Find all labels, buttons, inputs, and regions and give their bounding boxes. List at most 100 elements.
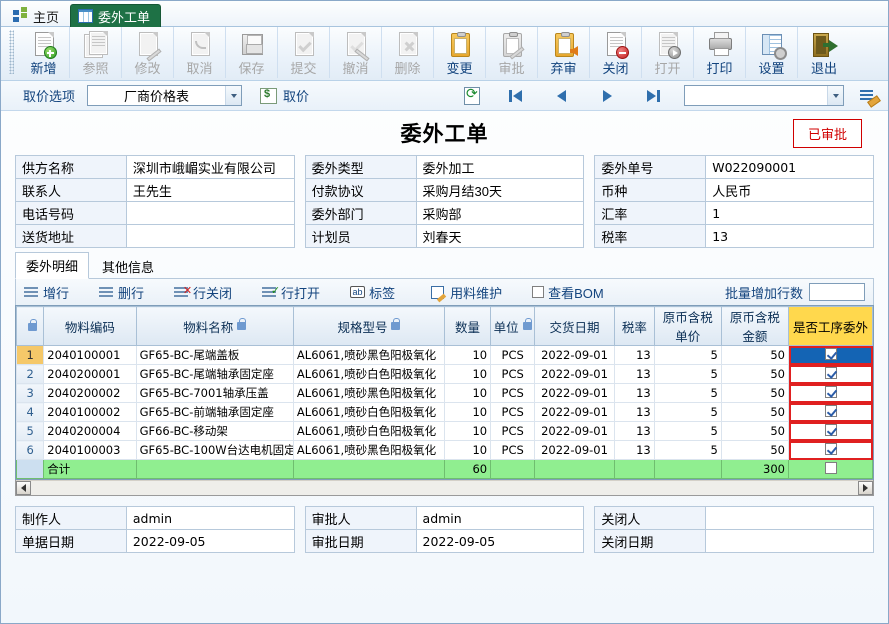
field-value[interactable]: admin xyxy=(126,506,295,530)
previous-record-icon[interactable] xyxy=(550,86,572,106)
cell-specification[interactable]: AL6061,喷砂白色阳极氧化 xyxy=(292,364,445,384)
field-value[interactable] xyxy=(706,529,875,553)
cell-outsourced-checkbox[interactable] xyxy=(788,440,873,460)
cell-outsourced-checkbox[interactable] xyxy=(788,364,873,384)
col-lock[interactable] xyxy=(15,306,45,346)
tab-outsourcing-detail[interactable]: 委外明细 xyxy=(15,252,90,279)
field-value[interactable]: 刘春天 xyxy=(416,224,585,248)
field-value[interactable]: 2022-09-05 xyxy=(126,529,295,553)
cell-outsourced-checkbox[interactable] xyxy=(788,383,873,403)
cell-specification[interactable]: AL6061,喷砂黑色阳极氧化 xyxy=(292,383,445,403)
row-number[interactable]: 5 xyxy=(15,421,45,441)
view-bom-checkbox[interactable]: 查看BOM xyxy=(532,283,604,302)
cell-unit-price[interactable]: 5 xyxy=(653,421,722,441)
add-row-button[interactable]: 增行 xyxy=(24,283,69,302)
toolbar-button-reference[interactable]: 参照 xyxy=(70,27,122,78)
col-unit-price-with-tax[interactable]: 原币含税单价 xyxy=(653,306,722,346)
cell-outsourced-checkbox[interactable] xyxy=(788,421,873,441)
cell-quantity[interactable]: 10 xyxy=(443,440,492,460)
cell-unit-price[interactable]: 5 xyxy=(653,345,722,365)
table-row[interactable]: 6 2040100003 GF65-BC-100W台达电机固定板 AL6061,… xyxy=(15,440,873,460)
toolbar-button-delete[interactable]: 删除 xyxy=(382,27,434,78)
cell-unit[interactable]: PCS xyxy=(490,402,536,422)
material-maintenance-button[interactable]: 用料维护 xyxy=(431,283,502,302)
toolbar-button-submit[interactable]: 提交 xyxy=(278,27,330,78)
scroll-right-button[interactable] xyxy=(858,480,873,495)
cell-quantity[interactable]: 10 xyxy=(443,383,492,403)
checkbox-box[interactable] xyxy=(824,404,837,417)
field-value[interactable] xyxy=(706,506,875,530)
cell-specification[interactable]: AL6061,喷砂黑色阳极氧化 xyxy=(292,345,445,365)
table-row[interactable]: 2 2040200001 GF65-BC-尾端轴承固定座 AL6061,喷砂白色… xyxy=(15,364,873,384)
table-row[interactable]: 1 2040100001 GF65-BC-尾端盖板 AL6061,喷砂黑色阳极氧… xyxy=(15,345,873,365)
batch-add-input[interactable] xyxy=(809,283,865,301)
cell-tax-rate[interactable]: 13 xyxy=(613,364,655,384)
field-value[interactable]: 王先生 xyxy=(126,178,295,202)
cell-delivery-date[interactable]: 2022-09-01 xyxy=(534,364,615,384)
toolbar-button-modify[interactable]: 修改 xyxy=(122,27,174,78)
cell-specification[interactable]: AL6061,喷砂白色阳极氧化 xyxy=(292,421,445,441)
toolbar-button-change[interactable]: 变更 xyxy=(434,27,486,78)
toolbar-button-revoke[interactable]: 撤消 xyxy=(330,27,382,78)
col-delivery-date[interactable]: 交货日期 xyxy=(534,306,615,346)
cell-material-code[interactable]: 2040100003 xyxy=(43,440,137,460)
cell-tax-rate[interactable]: 13 xyxy=(613,402,655,422)
toolbar-button-approve[interactable]: 审批 xyxy=(486,27,538,78)
cell-unit-price[interactable]: 5 xyxy=(653,440,722,460)
cell-material-name[interactable]: GF66-BC-移动架 xyxy=(135,421,294,441)
price-table-dropdown[interactable]: 厂商价格表 xyxy=(87,85,243,106)
cell-material-name[interactable]: GF65-BC-7001轴承压盖 xyxy=(135,383,294,403)
cell-tax-rate[interactable]: 13 xyxy=(613,383,655,403)
toolbar-button-add[interactable]: 新增 xyxy=(18,27,70,78)
row-number[interactable]: 6 xyxy=(15,440,45,460)
cell-unit-price[interactable]: 5 xyxy=(653,364,722,384)
cell-material-name[interactable]: GF65-BC-尾端盖板 xyxy=(135,345,294,365)
cell-tax-rate[interactable]: 13 xyxy=(613,421,655,441)
cell-quantity[interactable]: 10 xyxy=(443,402,492,422)
cell-delivery-date[interactable]: 2022-09-01 xyxy=(534,383,615,403)
field-value[interactable]: 深圳市峨嵋实业有限公司 xyxy=(126,155,295,179)
field-value[interactable] xyxy=(126,224,295,248)
cell-delivery-date[interactable]: 2022-09-01 xyxy=(534,402,615,422)
cell-unit[interactable]: PCS xyxy=(490,383,536,403)
row-number[interactable]: 3 xyxy=(15,383,45,403)
cell-outsourced-checkbox[interactable] xyxy=(788,345,873,365)
cell-unit[interactable]: PCS xyxy=(490,345,536,365)
cell-specification[interactable]: AL6061,喷砂白色阳极氧化 xyxy=(292,402,445,422)
checkbox-box[interactable] xyxy=(824,423,837,436)
cell-quantity[interactable]: 10 xyxy=(443,421,492,441)
cell-unit[interactable]: PCS xyxy=(490,364,536,384)
toolbar-button-settings[interactable]: 设置 xyxy=(746,27,798,78)
cell-amount[interactable]: 50 xyxy=(720,440,790,460)
row-number[interactable]: 4 xyxy=(15,402,45,422)
scroll-left-button[interactable] xyxy=(16,480,31,495)
cell-material-code[interactable]: 2040200002 xyxy=(43,383,137,403)
cell-unit-price[interactable]: 5 xyxy=(653,383,722,403)
cell-delivery-date[interactable]: 2022-09-01 xyxy=(534,421,615,441)
cell-material-code[interactable]: 2040100001 xyxy=(43,345,137,365)
open-row-button[interactable]: ✓ 行打开 xyxy=(262,283,320,302)
first-record-icon[interactable] xyxy=(504,86,526,106)
checkbox-box[interactable] xyxy=(824,442,837,455)
cell-outsourced-checkbox[interactable] xyxy=(788,402,873,422)
cell-material-code[interactable]: 2040100002 xyxy=(43,402,137,422)
scroll-track[interactable] xyxy=(31,480,858,495)
last-record-icon[interactable] xyxy=(642,86,664,106)
toolbar-button-save[interactable]: 保存 xyxy=(226,27,278,78)
cell-specification[interactable]: AL6061,喷砂黑色阳极氧化 xyxy=(292,440,445,460)
cell-amount[interactable]: 50 xyxy=(720,364,790,384)
refresh-icon[interactable] xyxy=(464,85,480,105)
toolbar-button-print[interactable]: 打印 xyxy=(694,27,746,78)
tab-other-info[interactable]: 其他信息 xyxy=(91,253,165,279)
col-amount-with-tax[interactable]: 原币含税金额 xyxy=(720,306,790,346)
toolbar-button-cancel[interactable]: 取消 xyxy=(174,27,226,78)
checkbox-box[interactable] xyxy=(824,385,837,398)
field-value[interactable]: 1 xyxy=(706,201,875,225)
field-value[interactable]: W022090001 xyxy=(706,155,875,179)
field-value[interactable]: 委外加工 xyxy=(416,155,585,179)
tab-outsourcing-order[interactable]: 委外工单 xyxy=(70,4,162,27)
cell-material-name[interactable]: GF65-BC-尾端轴承固定座 xyxy=(135,364,294,384)
next-record-icon[interactable] xyxy=(596,86,618,106)
cell-material-name[interactable]: GF65-BC-前端轴承固定座 xyxy=(135,402,294,422)
cell-amount[interactable]: 50 xyxy=(720,345,790,365)
